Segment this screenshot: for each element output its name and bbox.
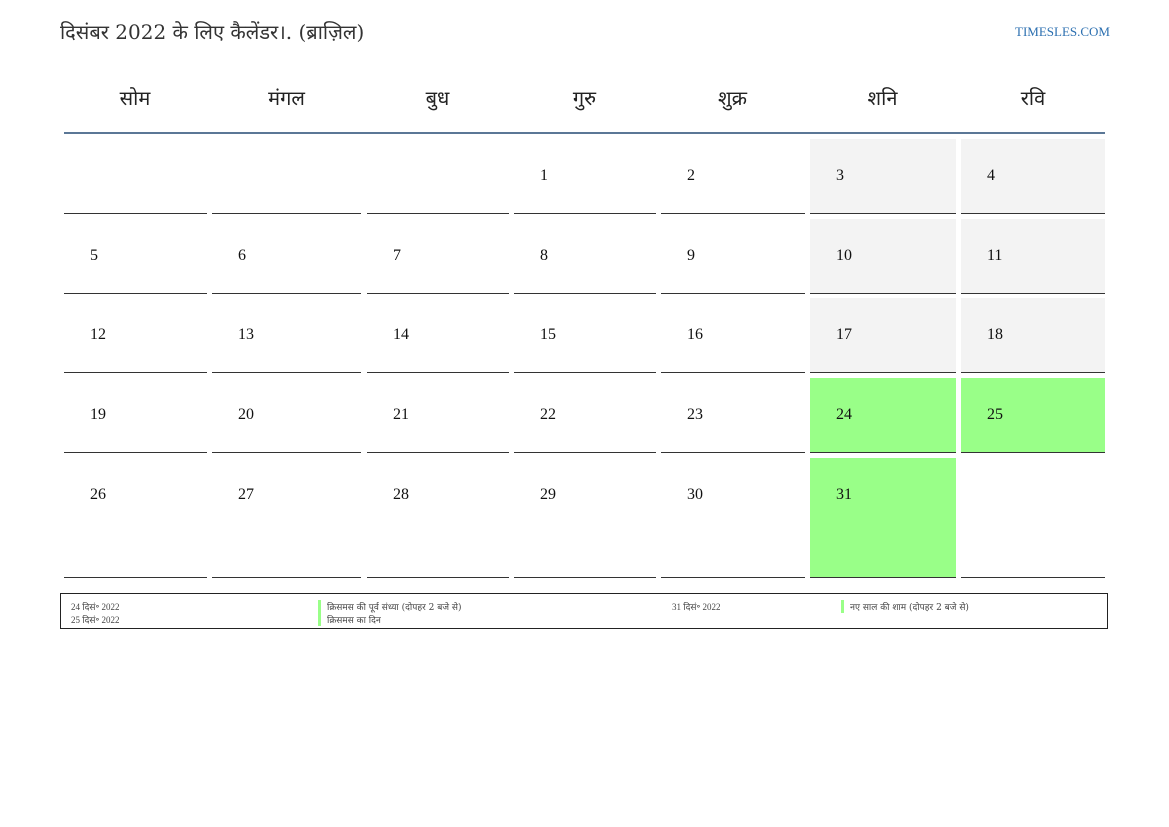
day-number: 26 — [90, 486, 106, 503]
day-cell[interactable]: 18 — [961, 298, 1105, 373]
day-number: 27 — [238, 486, 254, 503]
holiday-name: क्रिसमस का दिन — [318, 613, 381, 626]
day-number: 13 — [238, 326, 254, 343]
day-cell[interactable]: 7 — [367, 219, 509, 294]
day-number: 30 — [687, 486, 703, 503]
day-cell[interactable]: 1 — [514, 139, 656, 214]
holiday-name: क्रिसमस की पूर्व संध्या (दोपहर 2 बजे से) — [318, 600, 462, 613]
day-number: 25 — [987, 406, 1003, 423]
day-number: 9 — [687, 247, 695, 264]
day-cell[interactable]: 27 — [212, 458, 361, 578]
day-number: 4 — [987, 167, 995, 184]
day-cell[interactable]: 14 — [367, 298, 509, 373]
holiday-legend: 24 दिसं॰ 2022 क्रिसमस की पूर्व संध्या (द… — [60, 593, 1108, 629]
empty-cell — [212, 139, 361, 214]
weekday-header: सोम मंगल बुध गुरु शुक्र शनि रवि — [64, 70, 1105, 134]
day-number: 7 — [393, 247, 401, 264]
day-number: 16 — [687, 326, 703, 343]
day-cell[interactable]: 19 — [64, 378, 207, 453]
weekday-sat: शनि — [867, 86, 898, 110]
day-number: 24 — [836, 406, 852, 423]
holiday-date: 25 दिसं॰ 2022 — [71, 615, 120, 625]
weekday-wed: बुध — [425, 86, 450, 110]
day-number: 23 — [687, 406, 703, 423]
weekday-tue: मंगल — [268, 86, 305, 110]
day-cell[interactable]: 17 — [810, 298, 956, 373]
day-number: 1 — [540, 167, 548, 184]
day-cell[interactable]: 11 — [961, 219, 1105, 294]
day-number: 14 — [393, 326, 409, 343]
day-number: 5 — [90, 247, 98, 264]
day-cell[interactable]: 20 — [212, 378, 361, 453]
empty-cell — [64, 139, 207, 214]
day-cell[interactable]: 15 — [514, 298, 656, 373]
day-cell[interactable]: 3 — [810, 139, 956, 214]
day-cell[interactable]: 25 — [961, 378, 1105, 453]
day-cell[interactable]: 29 — [514, 458, 656, 578]
day-number: 17 — [836, 326, 852, 343]
day-number: 28 — [393, 486, 409, 503]
day-number: 12 — [90, 326, 106, 343]
empty-cell — [367, 139, 509, 214]
page-title: दिसंबर 2022 के लिए कैलेंडर।. (ब्राज़िल) — [60, 20, 365, 44]
day-number: 22 — [540, 406, 556, 423]
day-number: 10 — [836, 247, 852, 264]
day-cell[interactable]: 9 — [661, 219, 805, 294]
holiday-name: नए साल की शाम (दोपहर 2 बजे से) — [841, 600, 969, 613]
empty-cell — [961, 458, 1105, 578]
weekday-thu: गुरु — [572, 86, 597, 110]
weekday-fri: शुक्र — [718, 86, 747, 110]
day-number: 19 — [90, 406, 106, 423]
day-cell[interactable]: 28 — [367, 458, 509, 578]
weekday-mon: सोम — [119, 86, 151, 110]
day-cell[interactable]: 31 — [810, 458, 956, 578]
day-cell[interactable]: 13 — [212, 298, 361, 373]
day-number: 8 — [540, 247, 548, 264]
day-cell[interactable]: 23 — [661, 378, 805, 453]
day-cell[interactable]: 26 — [64, 458, 207, 578]
day-number: 2 — [687, 167, 695, 184]
day-cell[interactable]: 30 — [661, 458, 805, 578]
day-cell[interactable]: 12 — [64, 298, 207, 373]
day-cell[interactable]: 24 — [810, 378, 956, 453]
day-cell[interactable]: 21 — [367, 378, 509, 453]
site-link[interactable]: TIMESLES.COM — [1015, 24, 1110, 40]
day-number: 31 — [836, 486, 852, 503]
holiday-date: 24 दिसं॰ 2022 — [71, 602, 120, 612]
day-cell[interactable]: 22 — [514, 378, 656, 453]
day-cell[interactable]: 5 — [64, 219, 207, 294]
day-cell[interactable]: 16 — [661, 298, 805, 373]
day-cell[interactable]: 2 — [661, 139, 805, 214]
day-number: 29 — [540, 486, 556, 503]
day-number: 11 — [987, 247, 1003, 264]
day-number: 18 — [987, 326, 1003, 343]
day-number: 3 — [836, 167, 844, 184]
day-number: 20 — [238, 406, 254, 423]
day-number: 21 — [393, 406, 409, 423]
holiday-date: 31 दिसं॰ 2022 — [672, 602, 721, 612]
weekday-sun: रवि — [1020, 86, 1046, 110]
day-cell[interactable]: 8 — [514, 219, 656, 294]
day-number: 15 — [540, 326, 556, 343]
day-number: 6 — [238, 247, 246, 264]
day-cell[interactable]: 6 — [212, 219, 361, 294]
day-cell[interactable]: 10 — [810, 219, 956, 294]
day-cell[interactable]: 4 — [961, 139, 1105, 214]
